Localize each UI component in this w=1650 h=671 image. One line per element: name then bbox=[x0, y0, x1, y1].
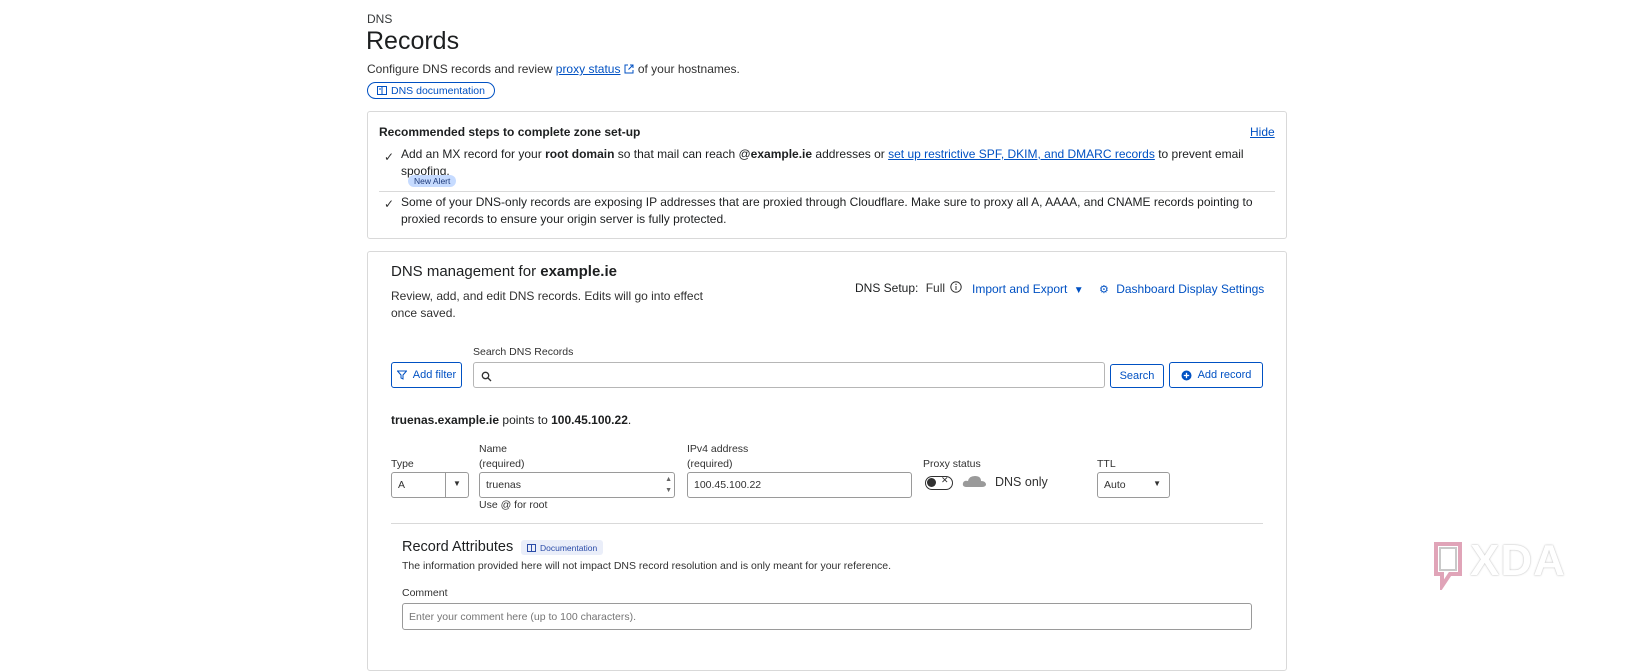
dns-documentation-label: DNS documentation bbox=[391, 84, 485, 97]
chevron-down-icon: ▼ bbox=[453, 479, 461, 488]
import-export-label: Import and Export bbox=[972, 282, 1068, 296]
close-icon: ✕ bbox=[941, 475, 949, 485]
check-icon: ✓ bbox=[384, 197, 395, 211]
record-attributes-description: The information provided here will not i… bbox=[402, 560, 892, 572]
search-dns-records-input[interactable] bbox=[473, 362, 1105, 388]
name-label: Name (required) bbox=[479, 442, 525, 472]
add-filter-button[interactable]: Add filter bbox=[391, 362, 462, 388]
toggle-knob bbox=[927, 478, 936, 487]
proxy-status-link[interactable]: proxy status bbox=[556, 62, 621, 76]
check-icon: ✓ bbox=[384, 150, 395, 164]
spf-dkim-dmarc-link[interactable]: set up restrictive SPF, DKIM, and DMARC … bbox=[888, 147, 1155, 161]
name-input[interactable]: truenas ▲ ▼ bbox=[479, 472, 675, 498]
xda-watermark: XDA bbox=[1470, 536, 1566, 585]
ipv4-value: 100.45.100.22 bbox=[694, 479, 762, 491]
dns-setup: DNS Setup: Full bbox=[855, 281, 963, 295]
dns-management-title: DNS management for example.ie bbox=[391, 263, 617, 280]
import-export-dropdown[interactable]: Import and Export ▼ bbox=[972, 282, 1084, 296]
filter-icon bbox=[396, 370, 407, 380]
ipv4-required-text: (required) bbox=[687, 458, 733, 470]
dns-documentation-button[interactable]: DNS documentation bbox=[367, 82, 495, 99]
book-icon bbox=[527, 543, 536, 552]
search-button-label: Search bbox=[1119, 370, 1155, 382]
subtitle-prefix: Configure DNS records and review bbox=[367, 62, 553, 76]
gear-icon: ⚙ bbox=[1099, 284, 1109, 296]
hide-link[interactable]: Hide bbox=[1250, 125, 1275, 139]
add-record-label: Add record bbox=[1197, 369, 1252, 381]
page-subtitle: Configure DNS records and review proxy s… bbox=[367, 62, 740, 76]
dashboard-display-settings[interactable]: ⚙ Dashboard Display Settings bbox=[1099, 282, 1264, 296]
name-value: truenas bbox=[486, 479, 522, 491]
step-mx-record: Add an MX record for your root domain so… bbox=[401, 146, 1271, 180]
external-link-icon bbox=[624, 64, 634, 74]
record-attributes-title: Record Attributes bbox=[402, 539, 514, 555]
record-points-summary: truenas.example.ie points to 100.45.100.… bbox=[391, 413, 632, 427]
plus-circle-icon bbox=[1181, 370, 1192, 380]
step1-bold-domain: example.ie bbox=[750, 147, 813, 161]
ipv4-label-text: IPv4 address bbox=[687, 443, 749, 455]
ipv4-address-input[interactable]: 100.45.100.22 bbox=[687, 472, 912, 498]
type-value: A bbox=[398, 479, 406, 491]
points-ip: 100.45.100.22 bbox=[551, 413, 628, 427]
type-caret-divider bbox=[445, 473, 446, 497]
points-host: truenas.example.ie bbox=[391, 413, 500, 427]
recommended-steps-title: Recommended steps to complete zone set-u… bbox=[379, 125, 641, 139]
dns-management-description: Review, add, and edit DNS records. Edits… bbox=[391, 289, 703, 320]
comment-input[interactable] bbox=[402, 603, 1252, 630]
step1-bold-root: root domain bbox=[545, 147, 615, 161]
book-icon bbox=[377, 86, 388, 95]
name-required-text: (required) bbox=[479, 458, 525, 470]
steps-divider bbox=[379, 191, 1275, 192]
ttl-label: TTL bbox=[1097, 458, 1116, 470]
new-alert-badge: New Alert bbox=[408, 175, 457, 187]
step1-text-2: so that mail can reach @ bbox=[617, 147, 751, 161]
search-button[interactable]: Search bbox=[1110, 364, 1164, 388]
ipv4-label: IPv4 address (required) bbox=[687, 442, 748, 472]
proxy-status-label: Proxy status bbox=[923, 458, 981, 470]
search-label: Search DNS Records bbox=[473, 346, 574, 358]
step1-text-3: addresses or bbox=[815, 147, 885, 161]
type-label: Type bbox=[391, 458, 414, 470]
add-record-button[interactable]: Add record bbox=[1169, 362, 1263, 388]
dns-setup-label: DNS Setup: bbox=[855, 281, 919, 295]
type-select[interactable]: A ▼ bbox=[391, 472, 469, 498]
subtitle-suffix: of your hostnames. bbox=[637, 62, 740, 76]
proxy-toggle[interactable]: ✕ bbox=[925, 475, 953, 490]
cloud-icon bbox=[962, 476, 986, 487]
caret-down-icon: ▼ bbox=[1073, 285, 1084, 296]
name-label-text: Name bbox=[479, 443, 508, 455]
breadcrumb: DNS bbox=[367, 12, 393, 26]
points-text: points to bbox=[502, 413, 548, 427]
step-proxy-warning: Some of your DNS-only records are exposi… bbox=[401, 195, 1253, 226]
spinner-arrows-icon[interactable]: ▲ ▼ bbox=[665, 474, 672, 496]
ttl-select[interactable]: Auto ▼ bbox=[1097, 472, 1170, 498]
proxy-status-value: DNS only bbox=[995, 475, 1048, 489]
dns-setup-value: Full bbox=[925, 281, 946, 295]
documentation-badge[interactable]: Documentation bbox=[521, 540, 604, 555]
xda-logo-icon bbox=[1434, 542, 1462, 590]
comment-label: Comment bbox=[402, 587, 448, 599]
add-filter-label: Add filter bbox=[412, 369, 457, 381]
step1-text-1: Add an MX record for your bbox=[401, 147, 542, 161]
management-title-prefix: DNS management for bbox=[391, 263, 537, 280]
page-title: Records bbox=[366, 27, 460, 55]
form-divider bbox=[391, 523, 1263, 524]
dashboard-settings-label: Dashboard Display Settings bbox=[1116, 282, 1265, 296]
name-hint: Use @ for root bbox=[479, 499, 548, 511]
ttl-value: Auto bbox=[1104, 479, 1126, 491]
documentation-badge-label: Documentation bbox=[540, 542, 598, 553]
info-icon[interactable] bbox=[950, 281, 963, 293]
chevron-down-icon: ▼ bbox=[1153, 479, 1161, 488]
search-icon bbox=[481, 371, 492, 382]
management-domain: example.ie bbox=[540, 263, 617, 280]
